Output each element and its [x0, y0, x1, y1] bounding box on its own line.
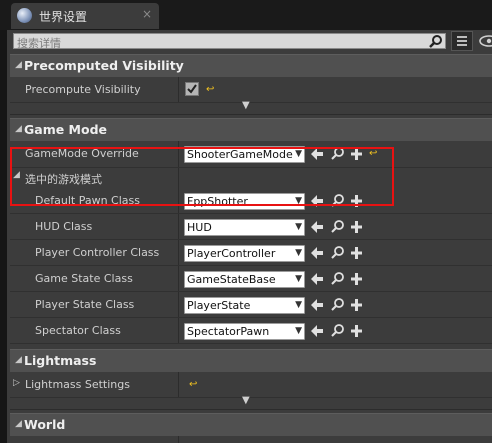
combo-value: SpectatorPawn [187, 325, 270, 338]
browse-icon[interactable] [330, 219, 345, 235]
add-icon[interactable] [349, 297, 364, 313]
globe-icon [17, 8, 32, 23]
property-label: Spectator Class [35, 324, 121, 337]
add-icon[interactable] [349, 219, 364, 235]
property-row: Spectator Class SpectatorPawn ▼ [10, 318, 492, 344]
browse-icon[interactable] [330, 323, 345, 339]
property-row: Player State Class PlayerState ▼ [10, 292, 492, 318]
combo-value: HUD [187, 221, 212, 234]
dropdown-arrow-icon: ▼ [295, 326, 302, 336]
use-selected-arrow-icon[interactable] [310, 219, 325, 235]
column-divider [178, 436, 179, 443]
collapse-arrow-icon: ◢ [15, 419, 22, 429]
highlight-box [10, 147, 394, 206]
property-row: HUD Class HUD ▼ [10, 214, 492, 240]
tab-bar: 世界设置 × [0, 0, 492, 30]
combo-value: PlayerController [187, 247, 276, 260]
combo-value: PlayerState [187, 299, 251, 312]
class-combo[interactable]: GameStateBase ▼ [184, 271, 305, 288]
dropdown-arrow-icon: ▼ [295, 300, 302, 310]
dropdown-arrow-icon: ▼ [295, 274, 302, 284]
tab-title: 世界设置 [39, 10, 88, 24]
browse-icon[interactable] [330, 271, 345, 287]
property-row: Player Controller Class PlayerController… [10, 240, 492, 266]
class-combo[interactable]: PlayerController ▼ [184, 245, 305, 262]
advanced-expander[interactable]: ▼ [10, 100, 492, 115]
grid-list-icon [457, 36, 467, 46]
search-placeholder: 搜索详情 [17, 37, 61, 50]
use-selected-arrow-icon[interactable] [310, 323, 325, 339]
use-selected-arrow-icon[interactable] [310, 245, 325, 261]
category-label: World [24, 417, 66, 432]
property-row: Game State Class GameStateBase ▼ [10, 266, 492, 292]
browse-icon[interactable] [330, 245, 345, 261]
collapse-arrow-icon: ◢ [15, 124, 22, 134]
world-settings-tab[interactable]: 世界设置 × [11, 3, 159, 29]
property-row [10, 436, 492, 443]
property-label: HUD Class [35, 220, 93, 233]
category-world[interactable]: ◢ World [10, 413, 492, 436]
combo-value: GameStateBase [187, 273, 276, 286]
precompute-visibility-checkbox[interactable] [185, 82, 199, 96]
category-label: Game Mode [24, 122, 108, 137]
close-icon[interactable]: × [142, 7, 152, 21]
chevron-down-icon: ▼ [242, 395, 250, 406]
add-icon[interactable] [349, 245, 364, 261]
dropdown-arrow-icon: ▼ [295, 222, 302, 232]
use-selected-arrow-icon[interactable] [310, 271, 325, 287]
property-row: Precompute Visibility ↩ [10, 77, 492, 103]
eye-icon[interactable] [477, 32, 492, 50]
property-label: Game State Class [35, 272, 133, 285]
property-label: Lightmass Settings [25, 378, 130, 391]
left-gutter [0, 30, 7, 443]
category-lightmass[interactable]: ◢ Lightmass [10, 349, 492, 372]
category-label: Precomputed Visibility [24, 58, 184, 73]
category-game-mode[interactable]: ◢ Game Mode [10, 118, 492, 141]
reset-icon[interactable]: ↩ [206, 84, 214, 95]
category-label: Lightmass [24, 353, 97, 368]
expand-arrow-icon[interactable]: ▷ [13, 378, 20, 388]
add-icon[interactable] [349, 271, 364, 287]
details-panel: 搜索详情 ◢ Precomputed Visibility Precompute… [7, 30, 492, 443]
class-combo[interactable]: SpectatorPawn ▼ [184, 323, 305, 340]
lightmass-settings-row: ▷ Lightmass Settings ↩ [10, 372, 492, 398]
class-combo[interactable]: HUD ▼ [184, 219, 305, 236]
reset-icon[interactable]: ↩ [189, 379, 197, 390]
add-icon[interactable] [349, 323, 364, 339]
chevron-down-icon: ▼ [242, 100, 250, 111]
property-label: Player Controller Class [35, 246, 160, 259]
collapse-arrow-icon: ◢ [15, 355, 22, 365]
collapse-arrow-icon: ◢ [15, 60, 22, 70]
property-label: Player State Class [35, 298, 135, 311]
class-combo[interactable]: PlayerState ▼ [184, 297, 305, 314]
property-label: Precompute Visibility [25, 83, 141, 96]
dropdown-arrow-icon: ▼ [295, 248, 302, 258]
use-selected-arrow-icon[interactable] [310, 297, 325, 313]
search-input[interactable]: 搜索详情 [13, 33, 446, 51]
category-precomputed-visibility[interactable]: ◢ Precomputed Visibility [10, 54, 492, 77]
search-icon [429, 35, 443, 51]
view-options-button[interactable] [451, 31, 473, 51]
advanced-expander[interactable]: ▼ [10, 395, 492, 410]
browse-icon[interactable] [330, 297, 345, 313]
